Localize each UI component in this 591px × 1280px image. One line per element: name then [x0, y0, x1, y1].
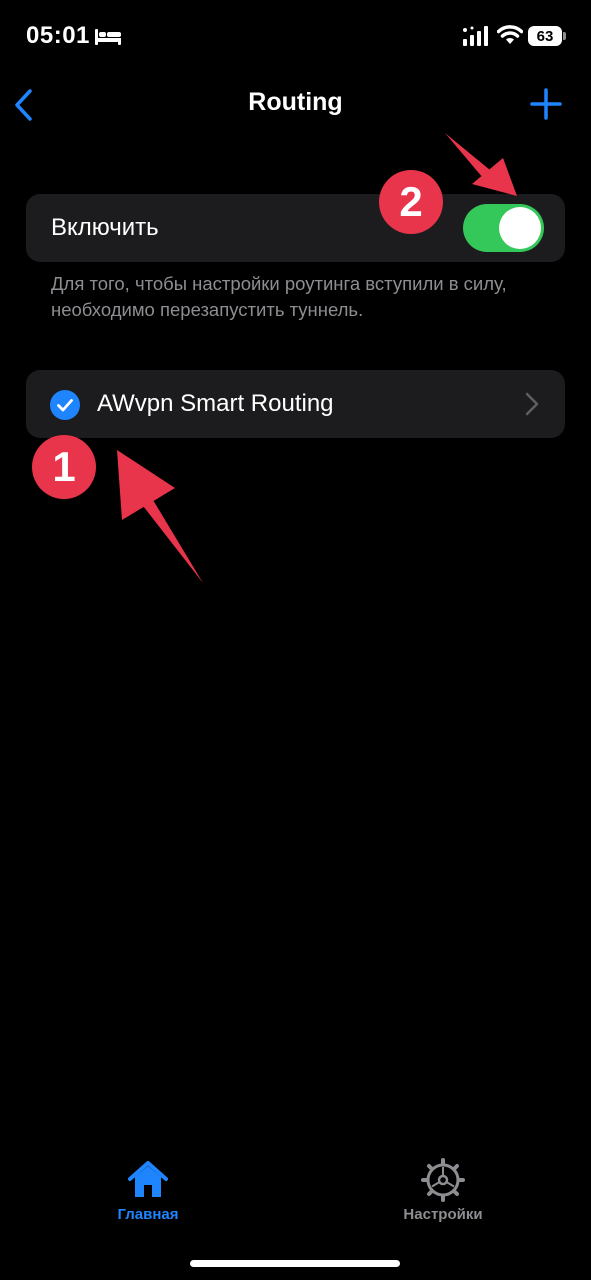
- battery-icon: 63: [528, 26, 562, 46]
- arrow-2-shaft: [445, 133, 490, 178]
- bed-icon: [95, 29, 121, 45]
- wifi-icon: [497, 25, 523, 44]
- arrow-2-head: [472, 158, 517, 196]
- checkmark-circle-icon[interactable]: [50, 390, 80, 420]
- switch-knob: [499, 207, 541, 249]
- home-indicator[interactable]: [190, 1260, 400, 1267]
- annotation-badge-2: 2: [379, 170, 443, 234]
- enable-switch[interactable]: [463, 204, 544, 252]
- battery-level: 63: [536, 27, 554, 45]
- annotation-badge-1: 1: [32, 435, 96, 499]
- tab-home[interactable]: Главная: [73, 1158, 223, 1223]
- tab-settings[interactable]: Настройки: [368, 1158, 518, 1223]
- arrow-1-shaft: [140, 495, 203, 583]
- chevron-right-icon: [525, 392, 539, 416]
- house-icon: [128, 1161, 168, 1197]
- plus-icon[interactable]: [530, 88, 562, 120]
- tab-home-label: Главная: [117, 1206, 179, 1223]
- battery-tip: [563, 32, 566, 40]
- arrow-1-head: [117, 450, 175, 520]
- status-time: 05:01: [26, 22, 90, 49]
- tab-settings-label: Настройки: [403, 1206, 483, 1223]
- route-label: AWvpn Smart Routing: [97, 390, 334, 417]
- restart-tunnel-note: Для того, чтобы настройки роутинга вступ…: [51, 273, 507, 320]
- enable-routing-cell: Включить: [26, 194, 565, 262]
- page-title: Routing: [248, 88, 343, 116]
- gear-icon: [421, 1158, 465, 1202]
- route-row-awvpn-smart-routing[interactable]: AWvpn Smart Routing: [26, 370, 565, 438]
- cellular-signal-icon: [463, 26, 488, 46]
- enable-label: Включить: [51, 214, 159, 241]
